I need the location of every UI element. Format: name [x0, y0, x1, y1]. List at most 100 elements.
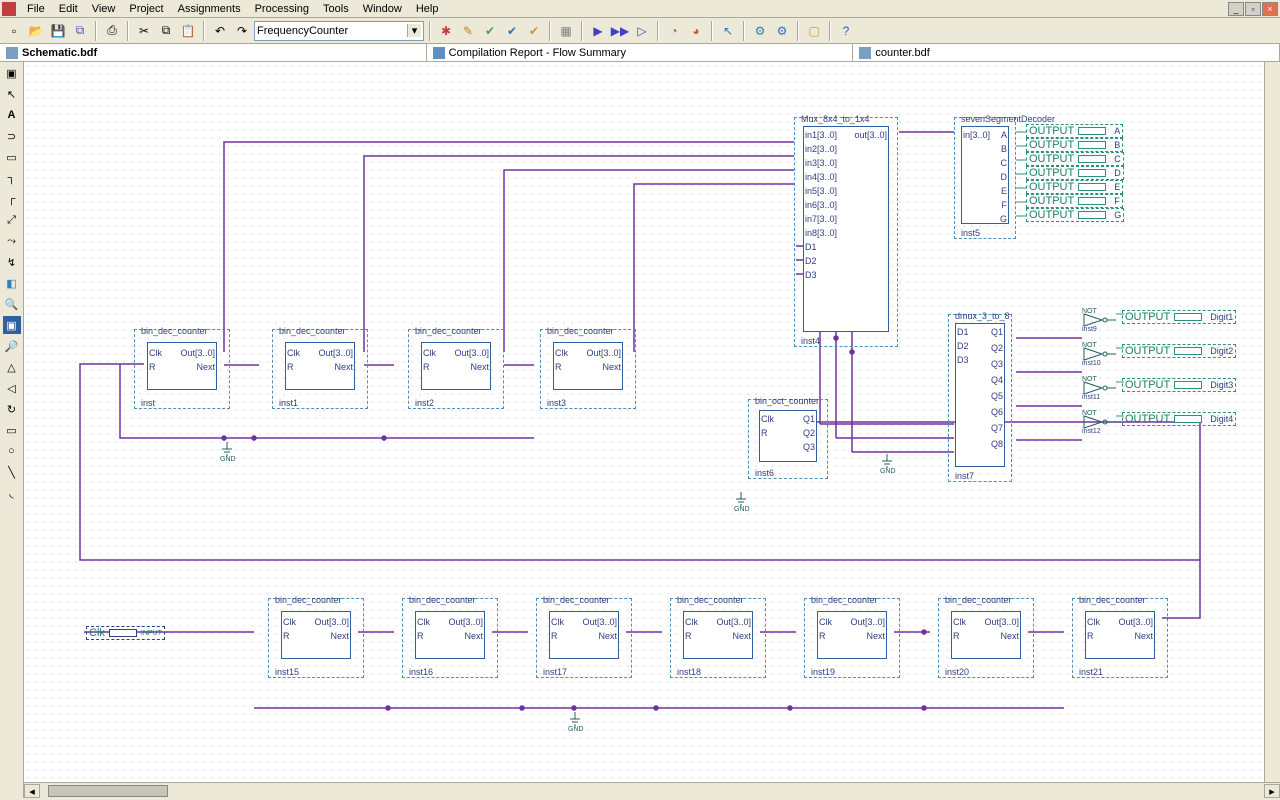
output-pin-digit3[interactable]: OUTPUTDigit3 — [1122, 378, 1236, 392]
play-into-icon[interactable]: ▷ — [632, 21, 652, 41]
output-pin-digit4[interactable]: OUTPUTDigit4 — [1122, 412, 1236, 426]
menu-edit[interactable]: Edit — [52, 2, 85, 16]
menu-file[interactable]: File — [20, 2, 52, 16]
save-all-icon[interactable]: ⧉ — [70, 21, 90, 41]
check-blue-icon[interactable]: ✔ — [502, 21, 522, 41]
menu-tools[interactable]: Tools — [316, 2, 356, 16]
project-select-value: FrequencyCounter — [257, 25, 348, 37]
tab-counter[interactable]: counter.bdf — [853, 44, 1280, 61]
arc-tool-icon[interactable]: ⤳ — [3, 232, 21, 250]
play-step-icon[interactable]: ▶▶ — [610, 21, 630, 41]
partial-icon[interactable]: ◧ — [3, 274, 21, 292]
symbol-tool-icon[interactable]: ⊃ — [3, 127, 21, 145]
scroll-right-icon[interactable]: ▸ — [1264, 784, 1280, 798]
block-bindec-bot-3[interactable]: bin_dec_counter Clk R Out[3..0] Next ins… — [670, 598, 766, 678]
menu-assignments[interactable]: Assignments — [171, 2, 248, 16]
redo-icon[interactable]: ↷ — [232, 21, 252, 41]
wand-icon[interactable]: ✎ — [458, 21, 478, 41]
pointer-blue-icon[interactable]: ↖ — [718, 21, 738, 41]
play-icon[interactable]: ▶ — [588, 21, 608, 41]
pointer-tool-icon[interactable]: ↖ — [3, 85, 21, 103]
output-pin-G[interactable]: OUTPUTG — [1026, 208, 1124, 222]
check-green-icon[interactable]: ✔ — [480, 21, 500, 41]
block-bindec-bot-0[interactable]: bin_dec_counter Clk R Out[3..0] Next ins… — [268, 598, 364, 678]
menu-window[interactable]: Window — [356, 2, 409, 16]
rotate-icon[interactable]: ↻ — [3, 400, 21, 418]
help-icon[interactable]: ? — [836, 21, 856, 41]
chip-icon[interactable]: ▦ — [556, 21, 576, 41]
output-pin-C[interactable]: OUTPUTC — [1026, 152, 1124, 166]
restore-button[interactable]: ▫ — [1245, 2, 1261, 16]
paste-icon[interactable]: 📋 — [178, 21, 198, 41]
line2-tool-icon[interactable]: ╲ — [3, 463, 21, 481]
menu-help[interactable]: Help — [409, 2, 446, 16]
timing2-icon[interactable]: ◕ — [686, 21, 706, 41]
block-bindec-bot-6[interactable]: bin_dec_counter Clk R Out[3..0] Next ins… — [1072, 598, 1168, 678]
line-tool-icon[interactable]: ┌ — [3, 190, 21, 208]
fit-window-icon[interactable]: ▣ — [3, 316, 21, 334]
block-bindec-bot-5[interactable]: bin_dec_counter Clk R Out[3..0] Next ins… — [938, 598, 1034, 678]
block-mux[interactable]: Mux_8x4_to_1x4 out[3..0] in1[3..0]in2[3.… — [794, 117, 898, 347]
tab-schematic[interactable]: Schematic.bdf — [0, 44, 427, 61]
bdf-icon — [859, 47, 871, 59]
scrollbar-vertical[interactable] — [1264, 62, 1280, 782]
output-pin-D[interactable]: OUTPUTD — [1026, 166, 1124, 180]
detach-icon[interactable]: ▣ — [3, 64, 21, 82]
gnd-top: GND — [220, 442, 234, 463]
project-select[interactable]: FrequencyCounter ▾ — [254, 21, 424, 41]
block-bindec-bot-4[interactable]: bin_dec_counter Clk R Out[3..0] Next ins… — [804, 598, 900, 678]
output-pin-digit1[interactable]: OUTPUTDigit1 — [1122, 310, 1236, 324]
input-clk[interactable]: Clk INPUT — [86, 626, 165, 640]
flip-vert-icon[interactable]: △ — [3, 358, 21, 376]
copy-icon[interactable]: ⧉ — [156, 21, 176, 41]
menu-view[interactable]: View — [85, 2, 123, 16]
diag-tool-icon[interactable]: ⤢ — [3, 211, 21, 229]
open-icon[interactable]: 📂 — [26, 21, 46, 41]
check-orange-icon[interactable]: ✔ — [524, 21, 544, 41]
output-pin-A[interactable]: OUTPUTA — [1026, 124, 1123, 138]
block-sevenseg[interactable]: sevenSegmentDecoder in[3..0] ABCDEFG ins… — [954, 117, 1016, 239]
text-tool-icon[interactable]: A — [3, 106, 21, 124]
node-tool-icon[interactable]: ┐ — [3, 169, 21, 187]
block-dmux[interactable]: dmux_3_to_8 D1 D2 D3 Q1Q2Q3Q4Q5Q6Q7Q8 in… — [948, 314, 1012, 482]
scroll-left-icon[interactable]: ◂ — [24, 784, 40, 798]
minimize-button[interactable]: _ — [1228, 2, 1244, 16]
gear2-icon[interactable]: ⚙ — [772, 21, 792, 41]
block-bindec-top-3[interactable]: bin_dec_counter Clk R Out[3..0] Next ins… — [540, 329, 636, 409]
block-bindec-top-0[interactable]: bin_dec_counter Clk R Out[3..0] Next ins… — [134, 329, 230, 409]
block-binoct[interactable]: bin_oct_counter Clk R Q1 Q2 Q3 inst6 — [748, 399, 828, 479]
block-bindec-top-2[interactable]: bin_dec_counter Clk R Out[3..0] Next ins… — [408, 329, 504, 409]
tab-compilation-report[interactable]: Compilation Report - Flow Summary — [427, 44, 854, 61]
block-bindec-top-1[interactable]: bin_dec_counter Clk R Out[3..0] Next ins… — [272, 329, 368, 409]
monitor-icon[interactable]: ▢ — [804, 21, 824, 41]
menu-processing[interactable]: Processing — [248, 2, 316, 16]
output-pin-digit2[interactable]: OUTPUTDigit2 — [1122, 344, 1236, 358]
scrollbar-horizontal[interactable]: ◂ ▸ — [24, 782, 1280, 798]
save-icon[interactable]: 💾 — [48, 21, 68, 41]
gear1-icon[interactable]: ⚙ — [750, 21, 770, 41]
flip-horz-icon[interactable]: ◁ — [3, 379, 21, 397]
block-bindec-bot-2[interactable]: bin_dec_counter Clk R Out[3..0] Next ins… — [536, 598, 632, 678]
close-button[interactable]: × — [1262, 2, 1278, 16]
schematic-canvas[interactable]: bin_dec_counter Clk R Out[3..0] Next ins… — [24, 62, 1280, 798]
undo-icon[interactable]: ↶ — [210, 21, 230, 41]
bus-tool-icon[interactable]: ▭ — [3, 148, 21, 166]
rubber-icon[interactable]: ↯ — [3, 253, 21, 271]
oval-tool-icon[interactable]: ○ — [3, 442, 21, 460]
block-bindec-bot-1[interactable]: bin_dec_counter Clk R Out[3..0] Next ins… — [402, 598, 498, 678]
bdf-icon — [6, 47, 18, 59]
new-icon[interactable]: ▫ — [4, 21, 24, 41]
binoculars-icon[interactable]: 🔎 — [3, 337, 21, 355]
arc2-tool-icon[interactable]: ◟ — [3, 484, 21, 502]
timing1-icon[interactable]: ◔ — [664, 21, 684, 41]
zoom-tool-icon[interactable]: 🔍 — [3, 295, 21, 313]
cut-icon[interactable]: ✂ — [134, 21, 154, 41]
settings-red-icon[interactable]: ✱ — [436, 21, 456, 41]
output-pin-E[interactable]: OUTPUTE — [1026, 180, 1123, 194]
gnd-oct: GND — [734, 492, 748, 513]
output-pin-F[interactable]: OUTPUTF — [1026, 194, 1123, 208]
rect-tool-icon[interactable]: ▭ — [3, 421, 21, 439]
print-icon[interactable]: ⎙ — [102, 21, 122, 41]
output-pin-B[interactable]: OUTPUTB — [1026, 138, 1123, 152]
menu-project[interactable]: Project — [122, 2, 170, 16]
